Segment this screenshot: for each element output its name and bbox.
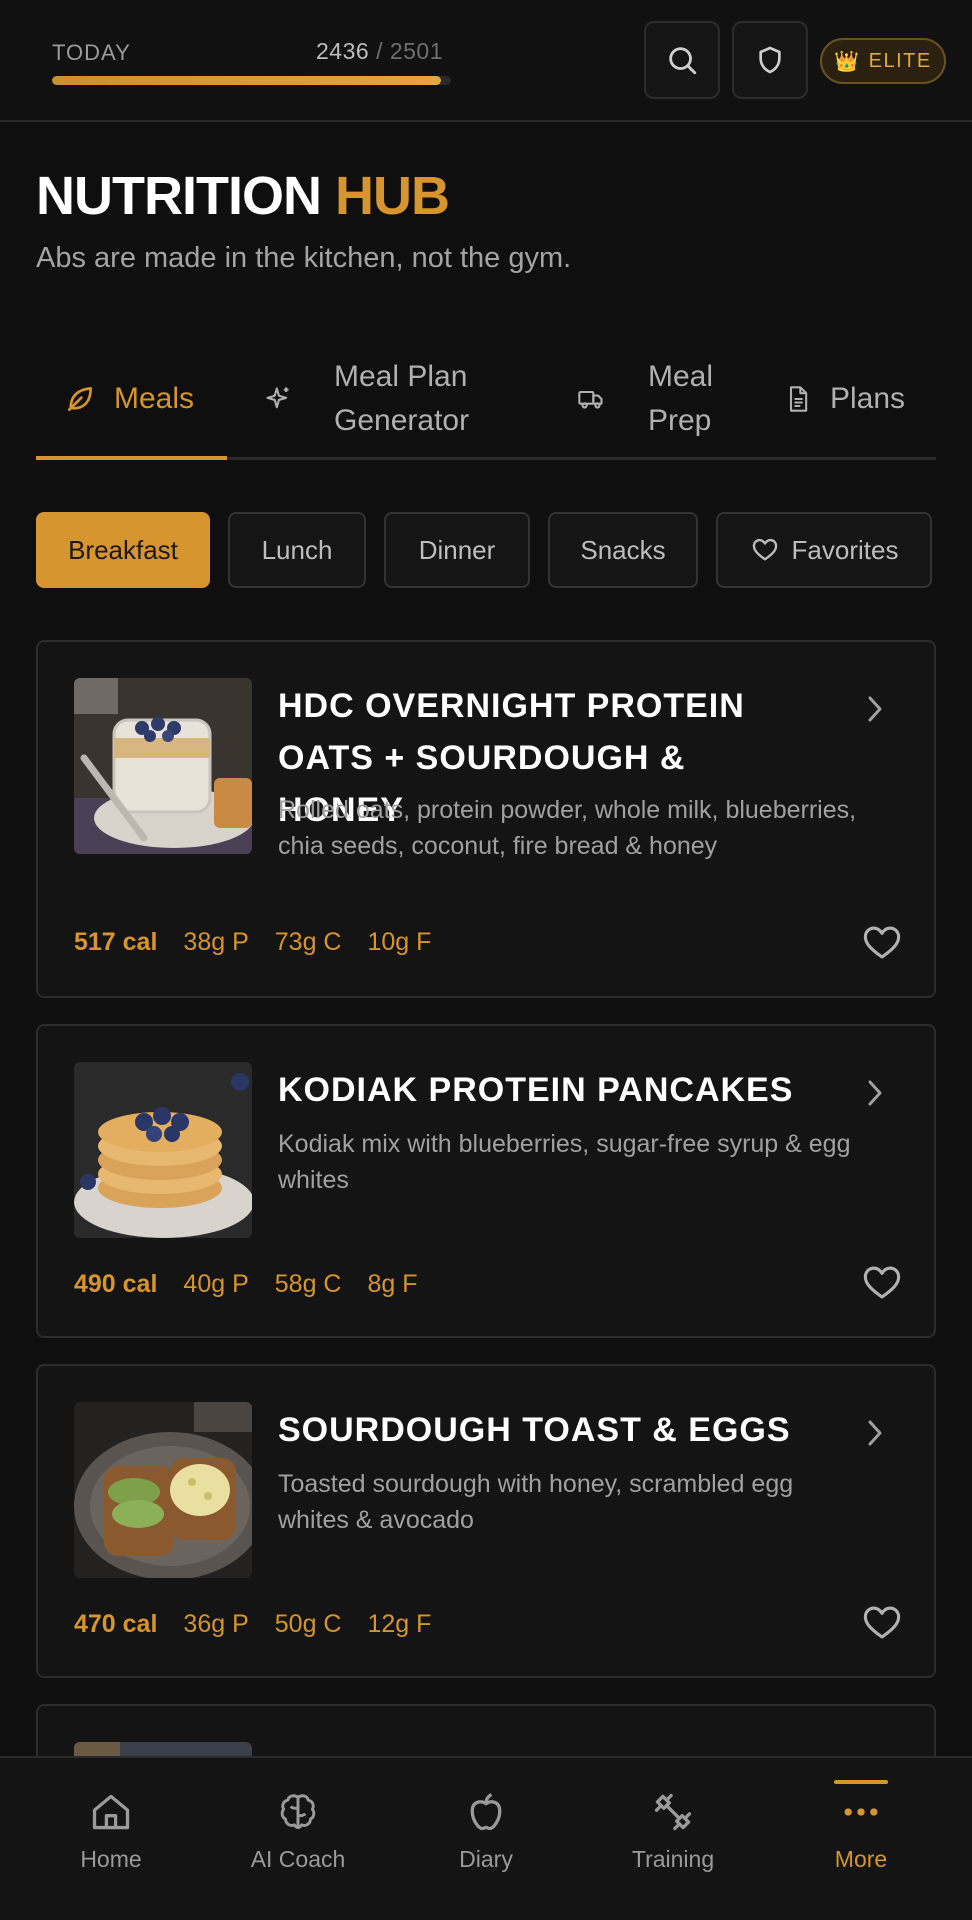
tab-meal-plan-generator[interactable]: Meal Plan Generator <box>264 340 469 458</box>
filter-lunch-label: Lunch <box>261 534 333 565</box>
calorie-counter: 2436 / 2501 <box>316 38 443 65</box>
filter-snacks[interactable]: Snacks <box>548 512 698 588</box>
meal-carbs: 73g C <box>274 928 342 956</box>
tab-meal-plan-generator-label: Meal Plan Generator <box>334 355 469 443</box>
elite-badge[interactable]: 👑 ELITE <box>820 38 946 84</box>
meal-card[interactable]: SOURDOUGH TOAST & EGGS Toasted sourdough… <box>36 1364 936 1678</box>
nutrition-tabs: Meals Meal Plan Generator Meal Prep Plan… <box>36 340 936 460</box>
favorite-heart-icon[interactable] <box>860 1602 904 1644</box>
apple-icon <box>470 1793 502 1831</box>
top-bar: TODAY 2436 / 2501 👑 ELITE <box>0 0 972 122</box>
meal-macros: 490 cal 40g P 58g C 8g F <box>74 1270 418 1299</box>
brain-icon <box>280 1794 316 1830</box>
meal-description: Toasted sourdough with honey, scrambled … <box>278 1470 794 1534</box>
chevron-right-icon[interactable] <box>864 694 886 724</box>
search-button[interactable] <box>644 21 720 99</box>
today-label: TODAY <box>52 40 131 65</box>
page-title: NUTRITION HUB <box>36 166 450 226</box>
crown-icon: 👑 <box>834 50 861 73</box>
filter-lunch[interactable]: Lunch <box>228 512 366 588</box>
nav-training[interactable]: Training <box>598 1758 748 1920</box>
nav-active-indicator <box>834 1780 888 1784</box>
meal-image-overnight-oats <box>74 678 252 854</box>
meal-image-protein-pancakes <box>74 1062 252 1238</box>
calorie-progress-fill <box>52 76 441 85</box>
sparkles-icon <box>266 387 289 409</box>
filter-snacks-label: Snacks <box>580 534 666 565</box>
favorite-heart-icon[interactable] <box>860 922 904 964</box>
filter-dinner-label: Dinner <box>418 534 496 565</box>
calories-goal: / 2501 <box>376 38 444 64</box>
heart-icon <box>752 538 777 561</box>
nav-home-label: Home <box>80 1846 142 1872</box>
meal-carbs: 50g C <box>274 1610 342 1638</box>
meal-title: KODIAK PROTEIN PANCAKES <box>278 1064 798 1116</box>
meal-calories: 517 cal <box>74 928 158 956</box>
meal-protein: 38g P <box>183 928 249 956</box>
bottom-navigation: Home AI Coach Diary Training More <box>0 1756 972 1920</box>
meal-protein: 40g P <box>183 1270 249 1298</box>
meal-macros: 517 cal 38g P 73g C 10g F <box>74 928 431 957</box>
nav-ai-coach[interactable]: AI Coach <box>223 1758 373 1920</box>
shield-icon <box>759 46 781 74</box>
meal-protein: 36g P <box>183 1610 249 1638</box>
meal-description: Kodiak mix with blueberries, sugar-free … <box>278 1130 851 1194</box>
tab-meal-prep-line2: Prep <box>648 404 712 437</box>
nav-home[interactable]: Home <box>36 1758 186 1920</box>
document-icon <box>789 386 808 412</box>
truck-icon <box>578 390 603 409</box>
meal-description: Rolled oats, protein powder, whole milk,… <box>278 796 857 860</box>
more-dots-icon <box>844 1808 878 1816</box>
chevron-right-icon[interactable] <box>864 1418 886 1448</box>
dumbbell-icon <box>654 1793 692 1831</box>
meal-fat: 8g F <box>367 1270 418 1298</box>
meal-title-line1: HDC OVERNIGHT PROTEIN <box>278 687 745 725</box>
meal-title-line1: SOURDOUGH TOAST & EGGS <box>278 1411 791 1449</box>
nav-diary-label: Diary <box>459 1846 513 1872</box>
search-icon <box>669 47 697 75</box>
tab-meal-prep-label: Meal Prep <box>648 355 713 443</box>
meal-macros: 470 cal 36g P 50g C 12g F <box>74 1610 431 1639</box>
favorite-heart-icon[interactable] <box>860 1262 904 1304</box>
page-title-accent: HUB <box>334 166 450 226</box>
meal-carbs: 58g C <box>274 1270 342 1298</box>
nav-diary[interactable]: Diary <box>411 1758 561 1920</box>
elite-badge-label: ELITE <box>868 49 932 72</box>
tab-meal-prep-line1: Meal <box>648 360 714 393</box>
tab-plans[interactable]: Plans <box>784 340 905 458</box>
nav-more[interactable]: More <box>786 1758 936 1920</box>
meal-title-line1: KODIAK PROTEIN PANCAKES <box>278 1071 794 1109</box>
page-subtitle: Abs are made in the kitchen, not the gym… <box>36 242 572 274</box>
nav-more-label: More <box>834 1846 888 1872</box>
tab-meal-plan-line2: Generator <box>334 404 470 437</box>
filter-dinner[interactable]: Dinner <box>384 512 530 588</box>
calorie-progress-bar <box>52 76 451 85</box>
filter-favorites-label: Favorites <box>791 534 899 565</box>
meal-image-sourdough-toast <box>74 1402 252 1578</box>
shield-button[interactable] <box>732 21 808 99</box>
tab-meals[interactable]: Meals <box>64 340 194 458</box>
tab-plans-label: Plans <box>830 382 906 415</box>
home-icon <box>92 1794 130 1830</box>
tab-meal-prep[interactable]: Meal Prep <box>576 340 713 458</box>
meal-fat: 10g F <box>367 928 432 956</box>
meal-title: SOURDOUGH TOAST & EGGS <box>278 1404 798 1456</box>
meal-card[interactable]: KODIAK PROTEIN PANCAKES Kodiak mix with … <box>36 1024 936 1338</box>
active-tab-indicator <box>36 456 227 460</box>
filter-breakfast-label: Breakfast <box>68 534 178 565</box>
calories-consumed: 2436 <box>316 38 370 64</box>
meal-calories: 490 cal <box>74 1270 158 1298</box>
tab-meal-plan-line1: Meal Plan <box>334 360 468 393</box>
nav-training-label: Training <box>631 1846 715 1872</box>
meal-fat: 12g F <box>367 1610 432 1638</box>
chevron-right-icon[interactable] <box>864 1078 886 1108</box>
page-title-main: NUTRITION <box>36 166 322 226</box>
tab-meals-label: Meals <box>114 382 195 415</box>
nav-ai-coach-label: AI Coach <box>250 1846 346 1872</box>
meal-calories: 470 cal <box>74 1610 158 1638</box>
filter-favorites[interactable]: Favorites <box>716 512 932 588</box>
leaf-icon <box>68 387 92 411</box>
filter-breakfast[interactable]: Breakfast <box>36 512 210 588</box>
meal-card[interactable]: HDC OVERNIGHT PROTEIN OATS + SOURDOUGH &… <box>36 640 936 998</box>
